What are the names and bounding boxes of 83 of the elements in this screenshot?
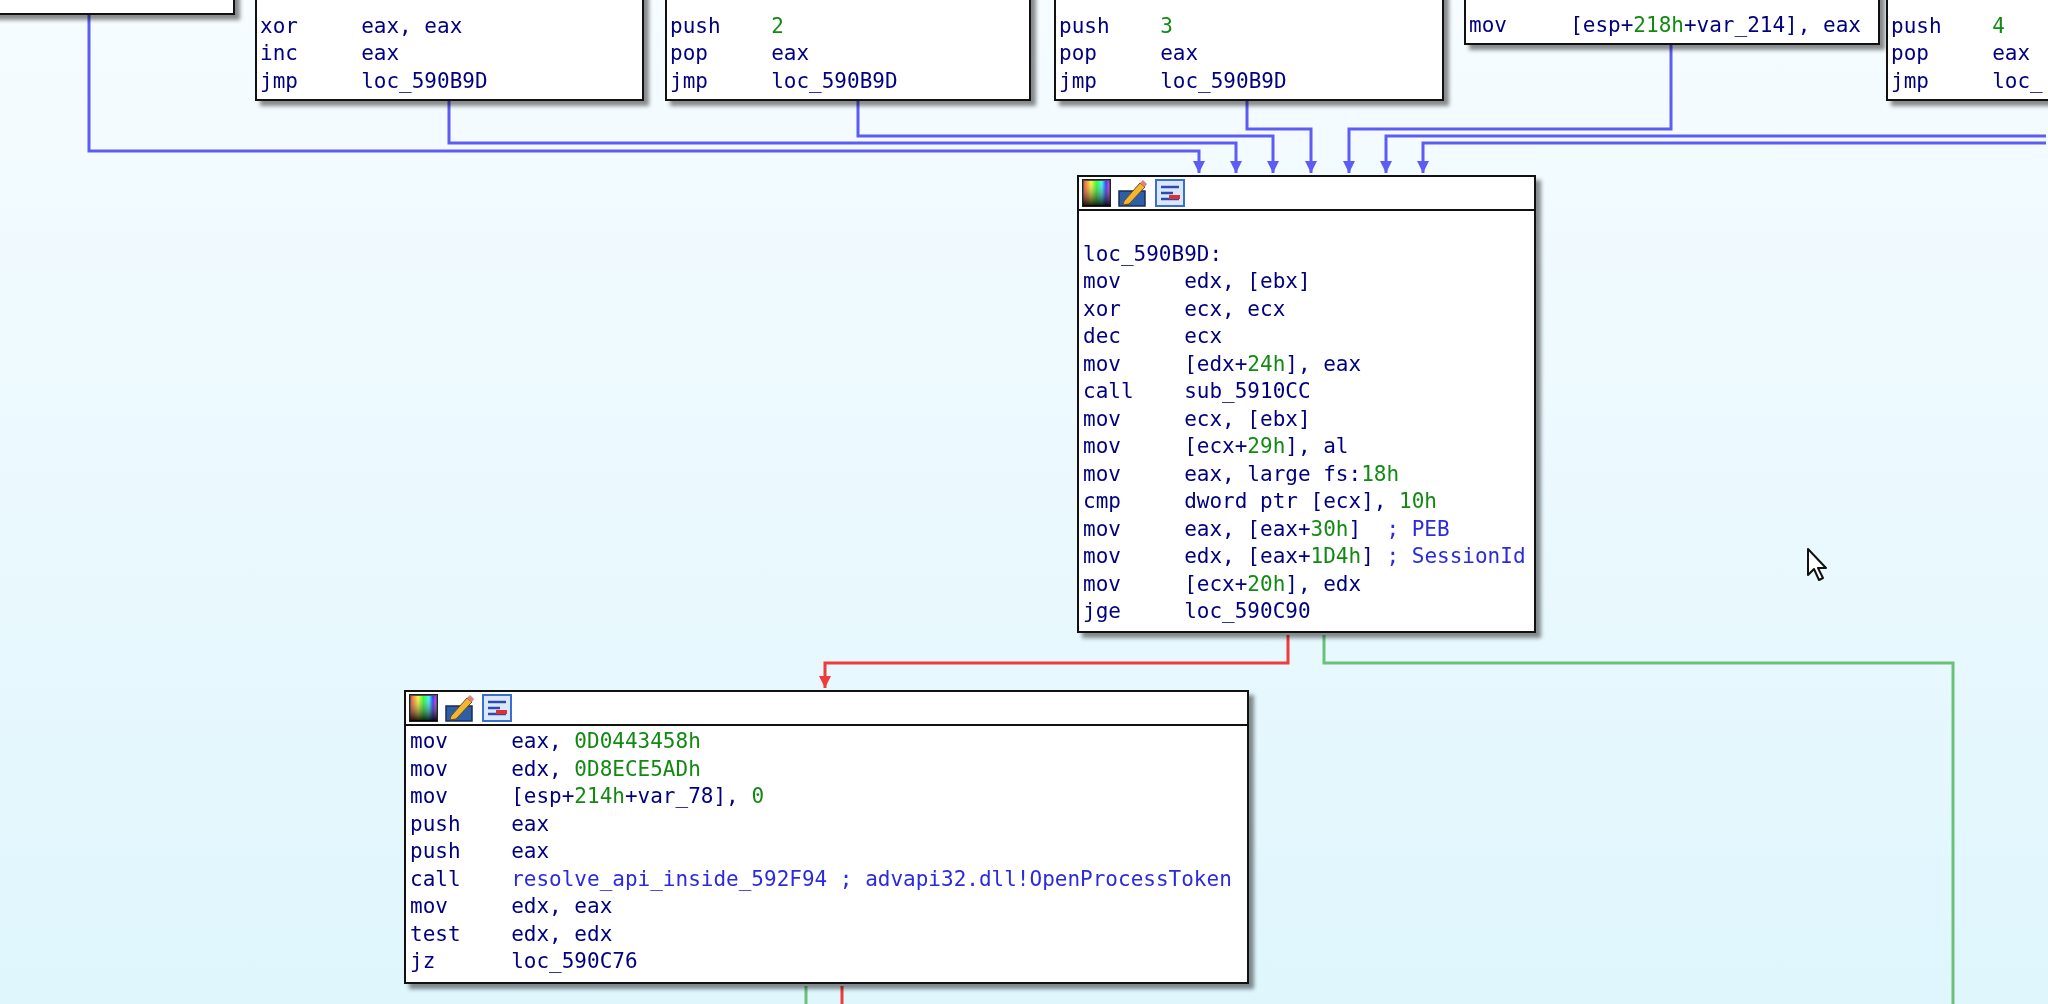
instruction-mnemonic: mov [1083,460,1122,488]
instruction-operand: dword ptr [ecx], 10h [1184,488,1437,515]
instruction-operand: [ecx+20h], edx [1184,570,1362,598]
instruction-operand: eax [771,40,810,67]
pencil-icon[interactable] [445,694,475,722]
instruction-operand: eax [1160,40,1199,67]
color-palette-icon[interactable] [1082,179,1111,207]
instruction-operand: [esp+218h+var_214], eax [1570,11,1861,39]
instruction-operand: eax [361,40,400,67]
instruction-mnemonic: xor [260,12,299,40]
instruction-operand: 4 [1992,12,2005,40]
instruction-mnemonic: test [410,920,462,948]
instruction-operand: sub_5910CC [1184,378,1311,405]
instruction-mnemonic: mov [1083,515,1122,543]
code-comment: ; PEB [1386,515,1450,543]
instruction-mnemonic: pop [1059,40,1098,67]
pencil-icon[interactable] [1118,179,1148,207]
instruction-mnemonic: mov [1083,350,1122,378]
instruction-operand: loc_590C76 [511,948,638,975]
instruction-operand: resolve_api_inside_592F94 [511,865,828,893]
instruction-operand: eax, [eax+30h] [1184,515,1363,543]
instruction-operand: eax, large fs:18h [1184,460,1400,488]
code-label: loc_590B9D: [1083,241,1223,266]
flow-line [804,986,808,1004]
instruction-mnemonic: call [410,865,462,893]
instruction-operand: edx, [ebx] [1184,268,1311,295]
code-comment: ; SessionId [1386,543,1526,570]
instruction-mnemonic: mov [1083,405,1122,433]
instruction-mnemonic: mov [1083,433,1122,460]
instruction-operand: loc_590B9D [1160,67,1287,95]
instruction-mnemonic: pop [670,40,709,67]
instruction-operand: loc_590C90 [1184,598,1311,625]
instruction-mnemonic: push [1891,12,1943,40]
code-comment: ; advapi32.dll!OpenProcessToken [839,865,1232,893]
instruction-mnemonic: mov [410,755,449,783]
instruction-mnemonic: call [1083,378,1135,405]
instruction-operand: edx, eax [511,893,613,920]
instruction-mnemonic: jge [1083,598,1122,625]
instruction-mnemonic: xor [1083,295,1122,323]
instruction-operand: edx, [eax+1D4h] [1184,543,1374,570]
instruction-mnemonic: jmp [1891,67,1930,95]
instruction-mnemonic: pop [1891,40,1930,67]
instruction-mnemonic: push [670,12,722,40]
instruction-operand: edx, 0D8ECE5ADh [511,755,701,783]
instruction-operand: ecx, [ebx] [1184,405,1311,433]
instruction-mnemonic: jmp [670,67,709,95]
instruction-operand: eax [511,810,550,838]
graph-overview-icon[interactable] [1155,179,1185,207]
instruction-mnemonic: jmp [260,67,299,95]
instruction-mnemonic: mov [1083,543,1122,570]
flow-line [840,986,844,1004]
instruction-operand: 3 [1160,12,1173,40]
instruction-operand: ecx [1184,323,1223,350]
instruction-mnemonic: mov [410,728,449,755]
instruction-operand: eax, 0D0443458h [511,728,701,755]
color-palette-icon[interactable] [409,694,438,722]
instruction-mnemonic: push [1059,12,1111,40]
instruction-mnemonic: jz [410,948,437,975]
instruction-mnemonic: inc [260,40,299,67]
instruction-operand: [ecx+29h], al [1184,433,1349,460]
instruction-operand: loc_ [1992,67,2043,95]
instruction-mnemonic: mov [410,893,449,920]
instruction-mnemonic: mov [1083,570,1122,598]
instruction-operand: [edx+24h], eax [1184,350,1362,378]
graph-overview-icon[interactable] [482,694,512,722]
instruction-mnemonic: jmp [1059,67,1098,95]
instruction-mnemonic: mov [410,783,449,810]
instruction-operand: [esp+214h+var_78], 0 [511,783,765,810]
instruction-mnemonic: mov [1469,11,1508,39]
instruction-operand: eax, eax [361,12,463,40]
instruction-mnemonic: mov [1083,268,1122,295]
instruction-operand: loc_590B9D [361,67,488,95]
instruction-mnemonic: cmp [1083,488,1122,515]
instruction-operand: ecx, ecx [1184,295,1286,323]
instruction-operand: eax [511,838,550,865]
instruction-mnemonic: push [410,838,462,865]
instruction-mnemonic: push [410,810,462,838]
mouse-pointer-icon [1806,547,1830,583]
instruction-mnemonic: dec [1083,323,1122,350]
instruction-operand: loc_590B9D [771,67,898,95]
instruction-operand: edx, edx [511,920,613,948]
instruction-operand: eax [1992,40,2031,67]
instruction-operand: 2 [771,12,784,40]
